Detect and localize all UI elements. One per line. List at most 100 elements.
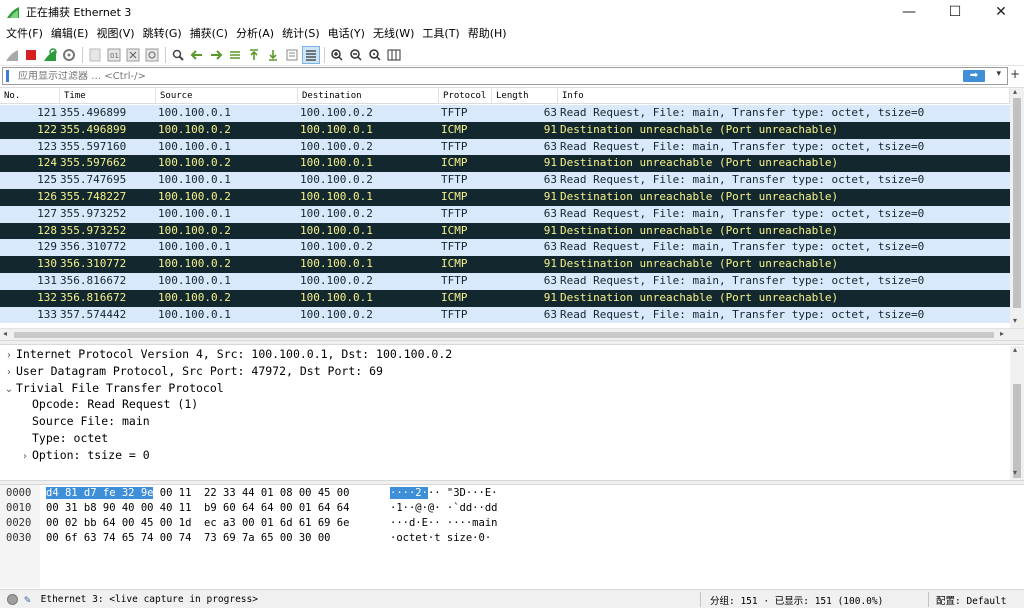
table-row[interactable]: 127 355.973252 100.100.0.1 100.100.0.2 TFTP 6… <box>0 205 1010 223</box>
menu-file[interactable]: 文件(F) <box>2 24 47 44</box>
ascii-bytes[interactable]: ·1··@·@· ·`dd··dd <box>390 501 497 516</box>
go-last-icon[interactable] <box>264 46 282 64</box>
scroll-left-icon[interactable]: ◂ <box>3 329 7 338</box>
hex-bytes[interactable]: 00 6f 63 74 65 74 00 74 73 69 7a 65 00 3… <box>46 531 330 546</box>
menu-analyze[interactable]: 分析(A) <box>232 24 278 44</box>
table-row[interactable]: 132 356.816672 100.100.0.2 100.100.0.1 ICMP 9… <box>0 289 1010 307</box>
table-row[interactable]: 122 355.496899 100.100.0.2 100.100.0.1 ICMP 9… <box>0 121 1010 139</box>
open-file-icon[interactable] <box>86 46 104 64</box>
go-back-icon[interactable] <box>188 46 206 64</box>
scrollbar-thumb[interactable] <box>1013 98 1021 308</box>
close-file-icon[interactable] <box>124 46 142 64</box>
add-filter-button[interactable]: + <box>1008 67 1022 81</box>
stop-capture-icon[interactable] <box>22 46 40 64</box>
expand-arrow-icon[interactable]: ⌄ <box>2 381 16 398</box>
menu-capture[interactable]: 捕获(C) <box>186 24 232 44</box>
scrollbar-thumb[interactable] <box>1013 384 1021 478</box>
table-row[interactable]: 125 355.747695 100.100.0.1 100.100.0.2 TFTP 6… <box>0 172 1010 189</box>
menu-statistics[interactable]: 统计(S) <box>278 24 324 44</box>
resize-columns-icon[interactable] <box>385 46 403 64</box>
bytes-row[interactable]: 0030 00 6f 63 74 65 74 00 74 73 69 7a 65 … <box>0 531 1000 546</box>
capture-comment-icon[interactable]: ✎ <box>24 593 31 606</box>
column-header-destination[interactable]: Destination <box>298 88 439 104</box>
apply-filter-button[interactable]: ➡ <box>963 70 985 82</box>
detail-tree-item[interactable]: Source File: main <box>18 413 150 430</box>
menu-tools[interactable]: 工具(T) <box>418 24 463 44</box>
bytes-row[interactable]: 0000 d4 81 d7 fe 32 9e 00 11 22 33 44 01 … <box>0 486 1000 501</box>
column-header-time[interactable]: Time <box>60 88 156 104</box>
bookmark-icon[interactable] <box>6 70 14 82</box>
detail-tree-item[interactable]: Type: octet <box>18 430 108 447</box>
maximize-button[interactable]: ☐ <box>932 0 978 24</box>
column-header-info[interactable]: Info <box>558 88 1010 104</box>
detail-tree-item[interactable]: › Option: tsize = 0 <box>18 447 150 464</box>
scroll-right-icon[interactable]: ▸ <box>1000 329 1004 338</box>
scroll-up-icon[interactable]: ▴ <box>1013 345 1017 354</box>
table-row[interactable]: 124 355.597662 100.100.0.2 100.100.0.1 ICMP 9… <box>0 155 1010 173</box>
go-first-icon[interactable] <box>245 46 263 64</box>
expand-arrow-icon[interactable]: › <box>2 364 16 381</box>
table-row[interactable]: 128 355.973252 100.100.0.2 100.100.0.1 ICMP 9… <box>0 222 1010 240</box>
table-row[interactable]: 131 356.816672 100.100.0.1 100.100.0.2 TFTP 6… <box>0 272 1010 290</box>
save-file-icon[interactable]: 01 <box>105 46 123 64</box>
column-header-source[interactable]: Source <box>156 88 298 104</box>
hex-bytes[interactable]: 00 31 b8 90 40 00 40 11 b9 60 64 64 00 0… <box>46 501 349 516</box>
chevron-down-icon[interactable]: ▾ <box>996 69 1001 79</box>
table-row[interactable]: 133 357.574442 100.100.0.1 100.100.0.2 TFTP 6… <box>0 306 1010 324</box>
bytes-row[interactable]: 0020 00 02 bb 64 00 45 00 1d ec a3 00 01 … <box>0 516 1000 531</box>
display-filter-input[interactable] <box>18 70 918 82</box>
hex-bytes[interactable]: d4 81 d7 fe 32 9e 00 11 22 33 44 01 08 0… <box>46 486 349 501</box>
table-row[interactable]: 126 355.748227 100.100.0.2 100.100.0.1 ICMP 9… <box>0 188 1010 206</box>
expand-arrow-icon[interactable]: › <box>18 448 32 465</box>
zoom-in-icon[interactable] <box>328 46 346 64</box>
close-button[interactable]: ✕ <box>978 0 1024 24</box>
zoom-out-icon[interactable] <box>347 46 365 64</box>
auto-scroll-icon[interactable] <box>283 46 301 64</box>
zoom-reset-icon[interactable] <box>366 46 384 64</box>
column-header-protocol[interactable]: Protocol <box>439 88 492 104</box>
menu-wireless[interactable]: 无线(W) <box>369 24 418 44</box>
detail-tree-item[interactable]: › Internet Protocol Version 4, Src: 100.1… <box>2 346 452 363</box>
bytes-row[interactable]: 0010 00 31 b8 90 40 00 40 11 b9 60 64 64 … <box>0 501 1000 516</box>
ascii-highlight[interactable]: ····2· <box>390 487 428 499</box>
detail-tree-item[interactable]: Opcode: Read Request (1) <box>18 396 198 413</box>
profile-text[interactable]: 配置: Default <box>936 593 1006 607</box>
hex-bytes[interactable]: 00 02 bb 64 00 45 00 1d ec a3 00 01 6d 6… <box>46 516 349 531</box>
table-row[interactable]: 121 355.496899 100.100.0.1 100.100.0.2 TFTP 6… <box>0 105 1010 122</box>
expert-info-icon[interactable] <box>7 593 18 605</box>
capture-options-icon[interactable] <box>60 46 78 64</box>
column-header-length[interactable]: Length <box>492 88 558 104</box>
detail-tree-item[interactable]: ⌄ Trivial File Transfer Protocol <box>2 380 224 397</box>
scroll-down-icon[interactable]: ▾ <box>1013 316 1017 325</box>
table-row[interactable]: 130 356.310772 100.100.0.2 100.100.0.1 ICMP 9… <box>0 256 1010 273</box>
minimize-button[interactable]: — <box>886 0 932 24</box>
restart-capture-icon[interactable] <box>41 46 59 64</box>
menu-view[interactable]: 视图(V) <box>92 24 138 44</box>
ascii-bytes[interactable]: ···d·E·· ····main <box>390 516 497 531</box>
packet-list-horizontal-scrollbar[interactable]: ◂ ▸ <box>0 328 1024 340</box>
menu-telephony[interactable]: 电话(Y) <box>324 24 369 44</box>
ascii-bytes[interactable]: ····2··· "3D···E· <box>390 486 497 501</box>
hex-highlight[interactable]: d4 81 d7 fe 32 9e <box>46 487 154 499</box>
reload-file-icon[interactable] <box>143 46 161 64</box>
find-packet-icon[interactable] <box>169 46 187 64</box>
packet-list-vertical-scrollbar[interactable]: ▴ ▾ <box>1010 87 1024 328</box>
ascii-bytes[interactable]: ·octet·t size·0· <box>390 531 491 546</box>
scroll-up-icon[interactable]: ▴ <box>1013 87 1017 96</box>
pane-splitter[interactable] <box>0 340 1024 345</box>
go-to-packet-icon[interactable] <box>226 46 244 64</box>
menu-go[interactable]: 跳转(G) <box>139 24 186 44</box>
column-header-no[interactable]: No. <box>0 88 60 104</box>
start-capture-icon[interactable] <box>3 46 21 64</box>
detail-tree-item[interactable]: › User Datagram Protocol, Src Port: 47972… <box>2 363 383 380</box>
scroll-down-icon[interactable]: ▾ <box>1013 468 1017 477</box>
menu-edit[interactable]: 编辑(E) <box>47 24 93 44</box>
details-vertical-scrollbar[interactable]: ▴ ▾ <box>1010 345 1024 480</box>
go-forward-icon[interactable] <box>207 46 225 64</box>
scrollbar-thumb[interactable] <box>14 332 994 338</box>
expand-arrow-icon[interactable]: › <box>2 347 16 364</box>
colorize-icon[interactable] <box>302 45 320 64</box>
menu-help[interactable]: 帮助(H) <box>464 24 511 44</box>
table-row[interactable]: 129 356.310772 100.100.0.1 100.100.0.2 TFTP 6… <box>0 239 1010 257</box>
table-row[interactable]: 123 355.597160 100.100.0.1 100.100.0.2 TFTP 6… <box>0 138 1010 156</box>
